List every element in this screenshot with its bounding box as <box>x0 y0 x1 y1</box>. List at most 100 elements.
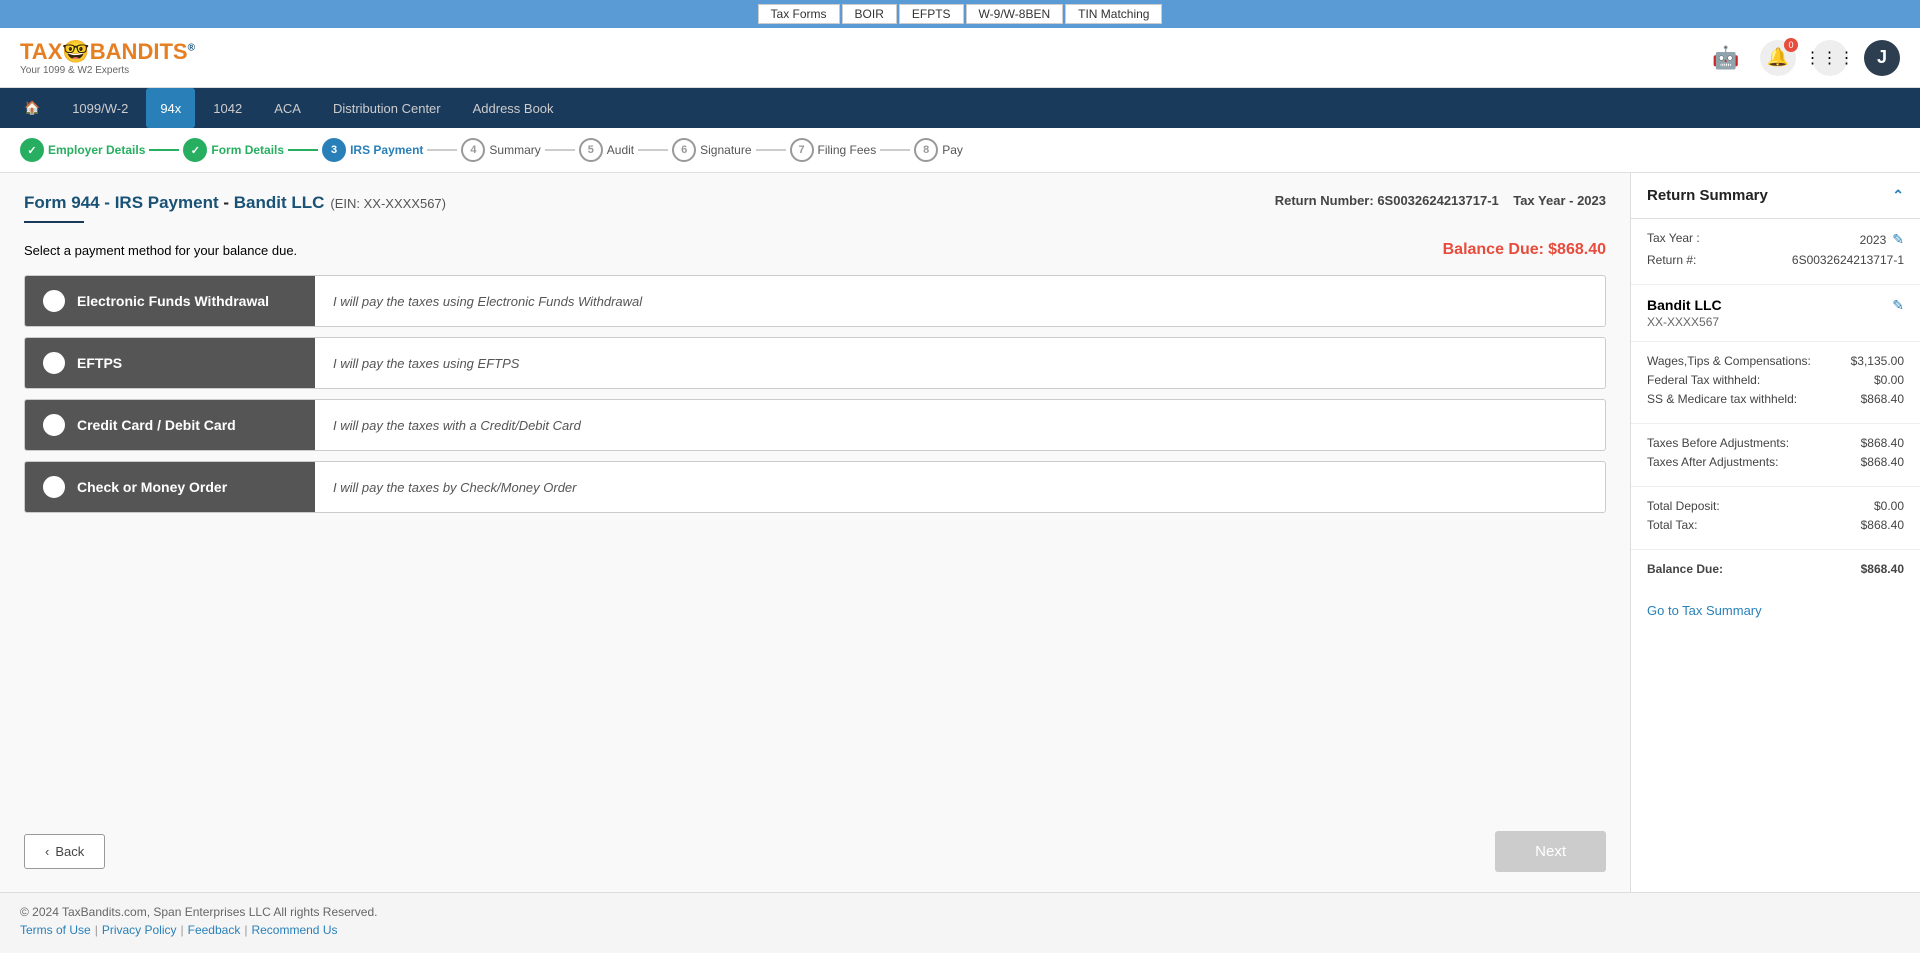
nav-address-label: Address Book <box>473 101 554 116</box>
step-summary[interactable]: 4 Summary <box>461 138 540 162</box>
after-adj-label: Taxes After Adjustments: <box>1647 455 1778 469</box>
logo-text: TAX🤓BANDITS® <box>20 39 195 65</box>
step-label-4: Summary <box>489 143 540 157</box>
footer-recommend[interactable]: Recommend Us <box>251 923 337 937</box>
mascot-icon[interactable]: 🤖 <box>1708 40 1744 76</box>
sidebar-tax-summary-link[interactable]: Go to Tax Summary <box>1631 593 1920 628</box>
nav-distribution[interactable]: Distribution Center <box>319 88 455 128</box>
sidebar-totals-section: Total Deposit: $0.00 Total Tax: $868.40 <box>1631 487 1920 550</box>
payment-option-efw-label: Electronic Funds Withdrawal <box>25 276 315 326</box>
nav-aca-label: ACA <box>274 101 301 116</box>
top-nav-w9[interactable]: W-9/W-8BEN <box>966 4 1064 24</box>
step-filing-fees[interactable]: 7 Filing Fees <box>790 138 877 162</box>
notifications-icon[interactable]: 🔔 0 <box>1760 40 1796 76</box>
sidebar-balance-row: Balance Due: $868.40 <box>1647 562 1904 576</box>
content-area: Form 944 - IRS Payment - Bandit LLC(EIN:… <box>0 173 1630 892</box>
sidebar-tax-year-label: Tax Year : <box>1647 231 1700 248</box>
notif-badge: 0 <box>1784 38 1798 52</box>
step-irs-payment[interactable]: 3 IRS Payment <box>322 138 423 162</box>
payment-option-credit[interactable]: Credit Card / Debit Card I will pay the … <box>24 399 1606 451</box>
deposit-value: $0.00 <box>1874 499 1904 513</box>
nav-1099w2[interactable]: 1099/W-2 <box>58 88 142 128</box>
tax-year-edit-icon[interactable]: ✎ <box>1892 231 1904 248</box>
footer-privacy[interactable]: Privacy Policy <box>102 923 177 937</box>
balance-due-label: Balance Due: <box>1443 241 1544 258</box>
sidebar-wages-row: Wages,Tips & Compensations: $3,135.00 <box>1647 354 1904 368</box>
header: TAX🤓BANDITS® Your 1099 & W2 Experts 🤖 🔔 … <box>0 28 1920 88</box>
home-nav-item[interactable]: 🏠 <box>10 88 54 128</box>
sidebar-return-label: Return #: <box>1647 253 1696 267</box>
nav-aca[interactable]: ACA <box>260 88 315 128</box>
logo-tax: TAX <box>20 39 62 64</box>
step-line-5 <box>638 149 668 151</box>
company-edit-icon[interactable]: ✎ <box>1892 297 1904 314</box>
steps-bar: ✓ Employer Details ✓ Form Details 3 IRS … <box>0 128 1920 173</box>
efw-desc: I will pay the taxes using Electronic Fu… <box>315 276 1605 326</box>
footer-feedback[interactable]: Feedback <box>188 923 241 937</box>
balance-due-amount: $868.40 <box>1548 241 1606 258</box>
payment-option-check-label: Check or Money Order <box>25 462 315 512</box>
nav-1042[interactable]: 1042 <box>199 88 256 128</box>
step-signature[interactable]: 6 Signature <box>672 138 751 162</box>
form-meta: Return Number: 6S0032624213717-1 Tax Yea… <box>1275 193 1606 208</box>
return-number-value: 6S0032624213717-1 <box>1377 193 1498 208</box>
total-tax-value: $868.40 <box>1861 518 1904 532</box>
step-line-2 <box>288 149 318 151</box>
radio-efw <box>43 290 65 312</box>
step-form-details[interactable]: ✓ Form Details <box>183 138 284 162</box>
radio-check <box>43 476 65 498</box>
form-title-text: Form 944 - IRS Payment <box>24 193 219 212</box>
back-button[interactable]: ‹ Back <box>24 834 105 869</box>
form-divider <box>24 221 84 223</box>
payment-option-efw[interactable]: Electronic Funds Withdrawal I will pay t… <box>24 275 1606 327</box>
eftps-desc: I will pay the taxes using EFTPS <box>315 338 1605 388</box>
efw-label-text: Electronic Funds Withdrawal <box>77 293 269 309</box>
avatar[interactable]: J <box>1864 40 1900 76</box>
logo-bandits: BANDITS <box>90 39 188 64</box>
sidebar-collapse-icon[interactable]: ⌃ <box>1892 187 1904 204</box>
home-icon: 🏠 <box>24 100 40 116</box>
sidebar-tax-year-section: Tax Year : 2023 ✎ Return #: 6S0032624213… <box>1631 219 1920 285</box>
step-pay[interactable]: 8 Pay <box>914 138 963 162</box>
step-line-3 <box>427 149 457 151</box>
step-line-6 <box>756 149 786 151</box>
nav-94x[interactable]: 94x <box>146 88 195 128</box>
footer-terms[interactable]: Terms of Use <box>20 923 91 937</box>
before-adj-value: $868.40 <box>1861 436 1904 450</box>
credit-label-text: Credit Card / Debit Card <box>77 417 236 433</box>
step-circle-3: 3 <box>322 138 346 162</box>
top-nav-efpts[interactable]: EFPTS <box>899 4 964 24</box>
step-label-8: Pay <box>942 143 963 157</box>
step-audit[interactable]: 5 Audit <box>579 138 634 162</box>
form-title: Form 944 - IRS Payment - Bandit LLC(EIN:… <box>24 193 446 212</box>
tax-year-label: Tax Year - <box>1513 193 1573 208</box>
sidebar-header: Return Summary ⌃ <box>1631 173 1920 219</box>
payment-option-credit-label: Credit Card / Debit Card <box>25 400 315 450</box>
top-nav: Tax Forms BOIR EFPTS W-9/W-8BEN TIN Matc… <box>0 0 1920 28</box>
step-label-7: Filing Fees <box>818 143 877 157</box>
nav-address[interactable]: Address Book <box>459 88 568 128</box>
go-to-tax-summary-link[interactable]: Go to Tax Summary <box>1647 603 1762 618</box>
sidebar-return-value: 6S0032624213717-1 <box>1792 253 1904 267</box>
step-line-7 <box>880 149 910 151</box>
payment-option-eftps[interactable]: EFTPS I will pay the taxes using EFTPS <box>24 337 1606 389</box>
step-label-5: Audit <box>607 143 634 157</box>
step-employer[interactable]: ✓ Employer Details <box>20 138 145 162</box>
nav-1099w2-label: 1099/W-2 <box>72 101 128 116</box>
top-nav-boir[interactable]: BOIR <box>842 4 897 24</box>
next-button[interactable]: Next <box>1495 831 1606 872</box>
sidebar-company-name: Bandit LLC <box>1647 297 1722 313</box>
apps-grid-icon[interactable]: ⋮⋮⋮ <box>1812 40 1848 76</box>
step-circle-5: 5 <box>579 138 603 162</box>
logo: TAX🤓BANDITS® Your 1099 & W2 Experts <box>20 39 195 76</box>
sidebar-tax-year-value: 2023 <box>1860 233 1887 247</box>
sidebar-company-section: Bandit LLC XX-XXXX567 ✎ <box>1631 285 1920 342</box>
tax-year-value: 2023 <box>1577 193 1606 208</box>
top-nav-tax-forms[interactable]: Tax Forms <box>758 4 840 24</box>
top-nav-tin[interactable]: TIN Matching <box>1065 4 1162 24</box>
payment-option-check[interactable]: Check or Money Order I will pay the taxe… <box>24 461 1606 513</box>
bottom-bar: ‹ Back Next <box>24 801 1606 872</box>
logo-sub: Your 1099 & W2 Experts <box>20 65 195 76</box>
sidebar-ein: XX-XXXX567 <box>1647 315 1722 329</box>
back-arrow-icon: ‹ <box>45 844 49 859</box>
